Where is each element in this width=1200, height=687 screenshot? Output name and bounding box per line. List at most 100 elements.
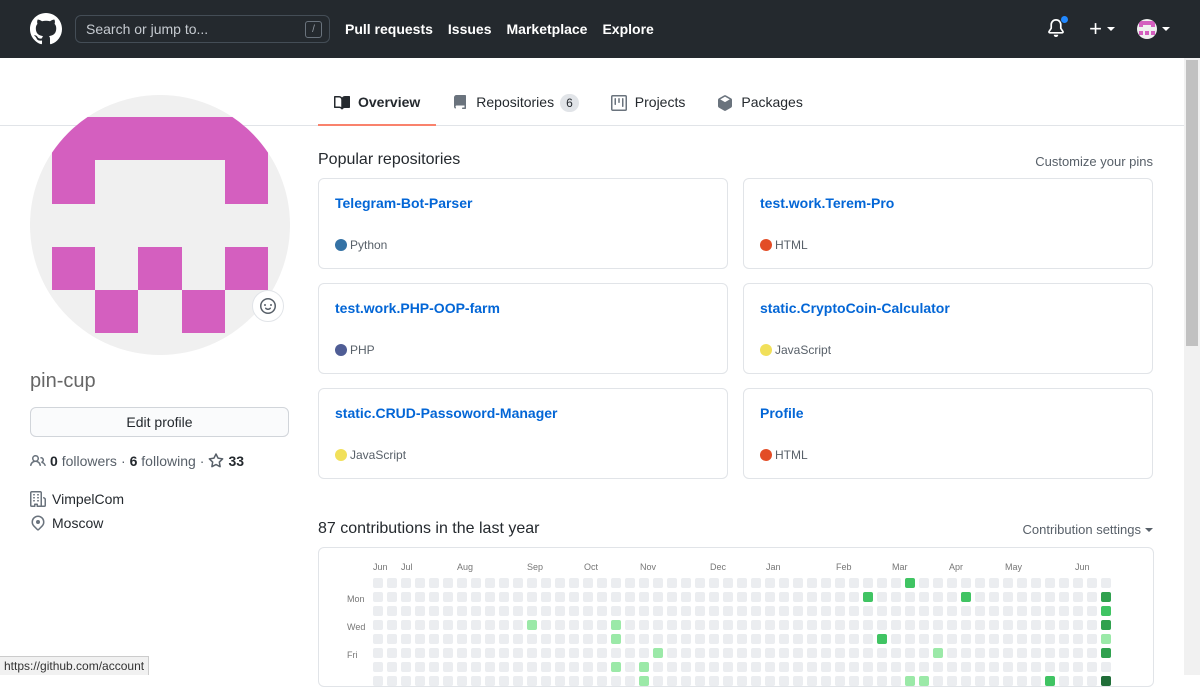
contribution-day-cell[interactable] [499, 620, 509, 630]
contribution-day-cell[interactable] [891, 606, 901, 616]
contribution-day-cell[interactable] [849, 662, 859, 672]
contribution-day-cell[interactable] [835, 620, 845, 630]
contribution-day-cell[interactable] [835, 676, 845, 686]
contribution-day-cell[interactable] [933, 592, 943, 602]
contribution-day-cell[interactable] [387, 662, 397, 672]
contribution-day-cell[interactable] [513, 662, 523, 672]
contribution-day-cell[interactable] [751, 662, 761, 672]
contribution-day-cell[interactable] [1017, 648, 1027, 658]
nav-pull-requests[interactable]: Pull requests [345, 21, 433, 37]
contribution-day-cell[interactable] [947, 578, 957, 588]
contribution-day-cell[interactable] [513, 592, 523, 602]
contribution-day-cell[interactable] [667, 620, 677, 630]
contribution-day-cell[interactable] [835, 578, 845, 588]
contribution-day-cell[interactable] [821, 648, 831, 658]
contribution-day-cell[interactable] [639, 606, 649, 616]
contribution-day-cell[interactable] [373, 592, 383, 602]
contribution-day-cell[interactable] [443, 634, 453, 644]
contribution-day-cell[interactable] [1059, 606, 1069, 616]
contribution-day-cell[interactable] [737, 676, 747, 686]
contribution-day-cell[interactable] [1017, 606, 1027, 616]
contribution-day-cell[interactable] [513, 634, 523, 644]
contribution-day-cell[interactable] [919, 578, 929, 588]
contribution-day-cell[interactable] [891, 634, 901, 644]
contribution-day-cell[interactable] [877, 620, 887, 630]
contribution-day-cell[interactable] [891, 592, 901, 602]
contribution-day-cell[interactable] [695, 592, 705, 602]
contribution-day-cell[interactable] [527, 592, 537, 602]
contribution-day-cell[interactable] [1031, 676, 1041, 686]
user-menu-button[interactable] [1137, 19, 1170, 39]
contribution-day-cell[interactable] [695, 676, 705, 686]
contribution-day-cell[interactable] [1087, 592, 1097, 602]
contribution-day-cell[interactable] [1045, 606, 1055, 616]
contribution-day-cell[interactable] [457, 606, 467, 616]
repo-name-link[interactable]: Telegram-Bot-Parser [335, 195, 711, 211]
github-logo-icon[interactable] [30, 13, 62, 45]
contribution-day-cell[interactable] [961, 676, 971, 686]
contribution-day-cell[interactable] [611, 676, 621, 686]
contribution-day-cell[interactable] [373, 676, 383, 686]
contribution-day-cell[interactable] [737, 606, 747, 616]
contribution-day-cell[interactable] [415, 606, 425, 616]
contribution-day-cell[interactable] [779, 662, 789, 672]
profile-avatar[interactable] [30, 95, 290, 355]
contribution-day-cell[interactable] [751, 592, 761, 602]
contribution-day-cell[interactable] [1003, 620, 1013, 630]
contribution-day-cell[interactable] [1017, 662, 1027, 672]
contribution-day-cell[interactable] [415, 634, 425, 644]
tab-projects[interactable]: Projects [595, 82, 702, 126]
contribution-day-cell[interactable] [1087, 648, 1097, 658]
contribution-day-cell[interactable] [555, 634, 565, 644]
contribution-day-cell[interactable] [1017, 592, 1027, 602]
contribution-day-cell[interactable] [555, 592, 565, 602]
contribution-day-cell[interactable] [961, 634, 971, 644]
contribution-day-cell[interactable] [947, 606, 957, 616]
contribution-day-cell[interactable] [373, 662, 383, 672]
contribution-day-cell[interactable] [429, 592, 439, 602]
stars-link[interactable]: 33 [208, 453, 244, 469]
contribution-day-cell[interactable] [835, 662, 845, 672]
contribution-day-cell[interactable] [471, 578, 481, 588]
contribution-day-cell[interactable] [905, 634, 915, 644]
contribution-day-cell[interactable] [1017, 634, 1027, 644]
contribution-day-cell[interactable] [555, 648, 565, 658]
contribution-day-cell[interactable] [625, 620, 635, 630]
contribution-day-cell[interactable] [765, 606, 775, 616]
contribution-day-cell[interactable] [401, 662, 411, 672]
contribution-day-cell[interactable] [415, 620, 425, 630]
contribution-day-cell[interactable] [779, 578, 789, 588]
contribution-day-cell[interactable] [1073, 592, 1083, 602]
contribution-day-cell[interactable] [1087, 606, 1097, 616]
contribution-day-cell[interactable] [401, 648, 411, 658]
contribution-day-cell[interactable] [401, 578, 411, 588]
contribution-day-cell[interactable] [653, 592, 663, 602]
nav-explore[interactable]: Explore [602, 21, 653, 37]
contribution-day-cell[interactable] [471, 648, 481, 658]
contribution-day-cell[interactable] [1045, 648, 1055, 658]
contribution-day-cell[interactable] [695, 606, 705, 616]
contribution-day-cell[interactable] [429, 662, 439, 672]
contribution-day-cell[interactable] [933, 634, 943, 644]
contribution-day-cell[interactable] [989, 676, 999, 686]
contribution-day-cell[interactable] [919, 606, 929, 616]
contribution-day-cell[interactable] [401, 676, 411, 686]
page-scrollbar[interactable] [1184, 58, 1200, 675]
contribution-day-cell[interactable] [681, 648, 691, 658]
contribution-day-cell[interactable] [975, 662, 985, 672]
tab-packages[interactable]: Packages [701, 82, 818, 126]
contribution-day-cell[interactable] [933, 662, 943, 672]
contribution-day-cell[interactable] [919, 620, 929, 630]
contribution-day-cell[interactable] [471, 676, 481, 686]
contribution-day-cell[interactable] [639, 634, 649, 644]
contribution-day-cell[interactable] [527, 620, 537, 630]
contribution-day-cell[interactable] [569, 662, 579, 672]
contribution-day-cell[interactable] [541, 606, 551, 616]
contribution-day-cell[interactable] [1073, 662, 1083, 672]
contribution-day-cell[interactable] [457, 620, 467, 630]
contribution-day-cell[interactable] [779, 592, 789, 602]
contribution-day-cell[interactable] [681, 634, 691, 644]
contribution-day-cell[interactable] [499, 662, 509, 672]
contribution-day-cell[interactable] [681, 662, 691, 672]
contribution-day-cell[interactable] [625, 606, 635, 616]
